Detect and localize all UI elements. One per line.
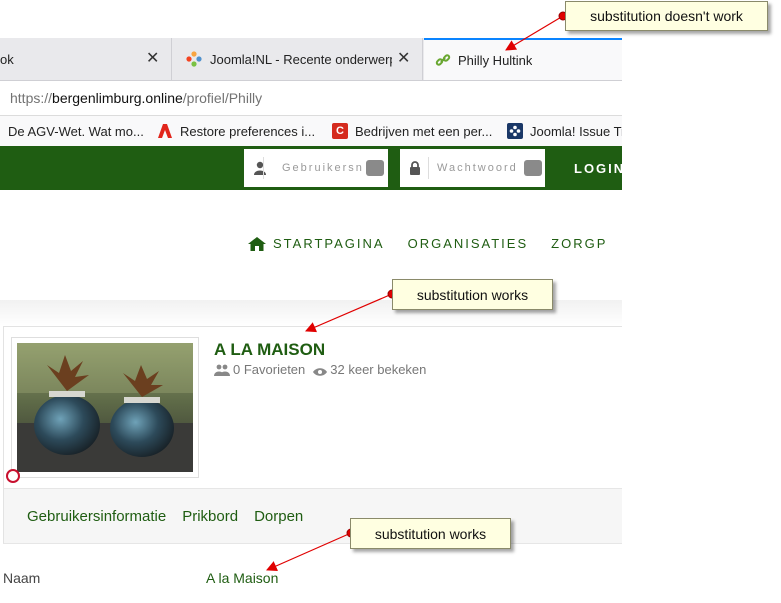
url-path: /profiel/Philly [182, 90, 263, 106]
field-label-naam: Naam [3, 570, 41, 586]
username-placeholder: Gebruikersn [282, 162, 364, 174]
c-icon: C [332, 123, 348, 139]
eye-icon [313, 365, 328, 376]
tab-title: ok [0, 51, 14, 67]
bookmark-label: Restore preferences i... [180, 123, 316, 139]
password-placeholder: Wachtwoord [437, 162, 518, 174]
adobe-icon [157, 123, 173, 139]
joomla-icon [507, 123, 523, 139]
url-scheme: https:// [10, 90, 53, 106]
profile-tabs: Gebruikersinformatie Prikbord Dorpen [3, 488, 622, 544]
password-field[interactable]: Wachtwoord [400, 149, 545, 187]
tab-title: Joomla!NL - Recente onderwerp [210, 51, 392, 67]
annotation-callout: substitution doesn't work [565, 1, 768, 31]
profile-stats: 0 Favorieten 32 keer bekeken [214, 362, 426, 377]
bookmarks-bar: De AGV-Wet. Wat mo... Restore preference… [0, 116, 622, 147]
tab-dorpen[interactable]: Dorpen [254, 508, 303, 525]
lock-icon [409, 161, 421, 175]
joomla-icon [186, 51, 202, 67]
status-indicator [6, 469, 20, 483]
nav-item-zorgp[interactable]: ZORGP [551, 236, 607, 251]
tab-prikbord[interactable]: Prikbord [182, 508, 238, 525]
user-icon [254, 161, 266, 175]
username-field[interactable]: Gebruikersn [244, 149, 388, 187]
browser-tab-active[interactable]: Philly Hultink [424, 38, 622, 80]
site-header-bar: Gebruikersn Wachtwoord [0, 146, 622, 190]
nav-item-organisaties[interactable]: ORGANISATIES [408, 236, 529, 251]
tab-gebruikersinformatie[interactable]: Gebruikersinformatie [27, 508, 166, 525]
profile-avatar[interactable] [11, 337, 199, 478]
field-value-naam[interactable]: A la Maison [206, 570, 278, 586]
bookmark-label: Joomla! Issue Tr [530, 123, 622, 139]
close-icon[interactable]: ✕ [397, 48, 410, 68]
browser-tab[interactable]: Joomla!NL - Recente onderwerp ✕ [173, 38, 423, 80]
address-bar[interactable]: https://bergenlimburg.online/profiel/Phi… [0, 81, 622, 116]
main-navigation: STARTPAGINA ORGANISATIES ZORGP [248, 236, 630, 251]
bookmark-label: De AGV-Wet. Wat mo... [8, 123, 144, 139]
password-manager-icon [524, 160, 542, 176]
bookmark-label: Bedrijven met een per... [355, 123, 493, 139]
annotation-callout: substitution works [350, 518, 511, 549]
users-icon [214, 364, 230, 376]
views-count: 32 keer bekeken [330, 362, 427, 377]
annotation-callout: substitution works [392, 279, 553, 310]
login-button[interactable]: LOGIN [574, 146, 625, 190]
browser-tab[interactable]: ok ✕ [0, 38, 172, 80]
home-icon [248, 236, 266, 251]
tab-title: Philly Hultink [458, 52, 533, 68]
bookmark-item[interactable]: De AGV-Wet. Wat mo... [8, 116, 144, 146]
url-host: bergenlimburg.online [52, 90, 183, 106]
close-icon[interactable]: ✕ [146, 48, 159, 68]
link-icon [435, 52, 451, 68]
profile-name: A LA MAISON [214, 340, 326, 359]
bookmark-item[interactable]: C Bedrijven met een per... [332, 116, 492, 146]
favorites-count: 0 Favorieten [233, 362, 306, 377]
browser-tab-strip: ok ✕ Joomla!NL - Recente onderwerp ✕ Phi… [0, 38, 622, 81]
password-manager-icon [366, 160, 384, 176]
bookmark-item[interactable]: Restore preferences i... [157, 116, 315, 146]
bookmark-item[interactable]: Joomla! Issue Tr [507, 116, 622, 146]
nav-item-startpagina[interactable]: STARTPAGINA [273, 236, 385, 251]
